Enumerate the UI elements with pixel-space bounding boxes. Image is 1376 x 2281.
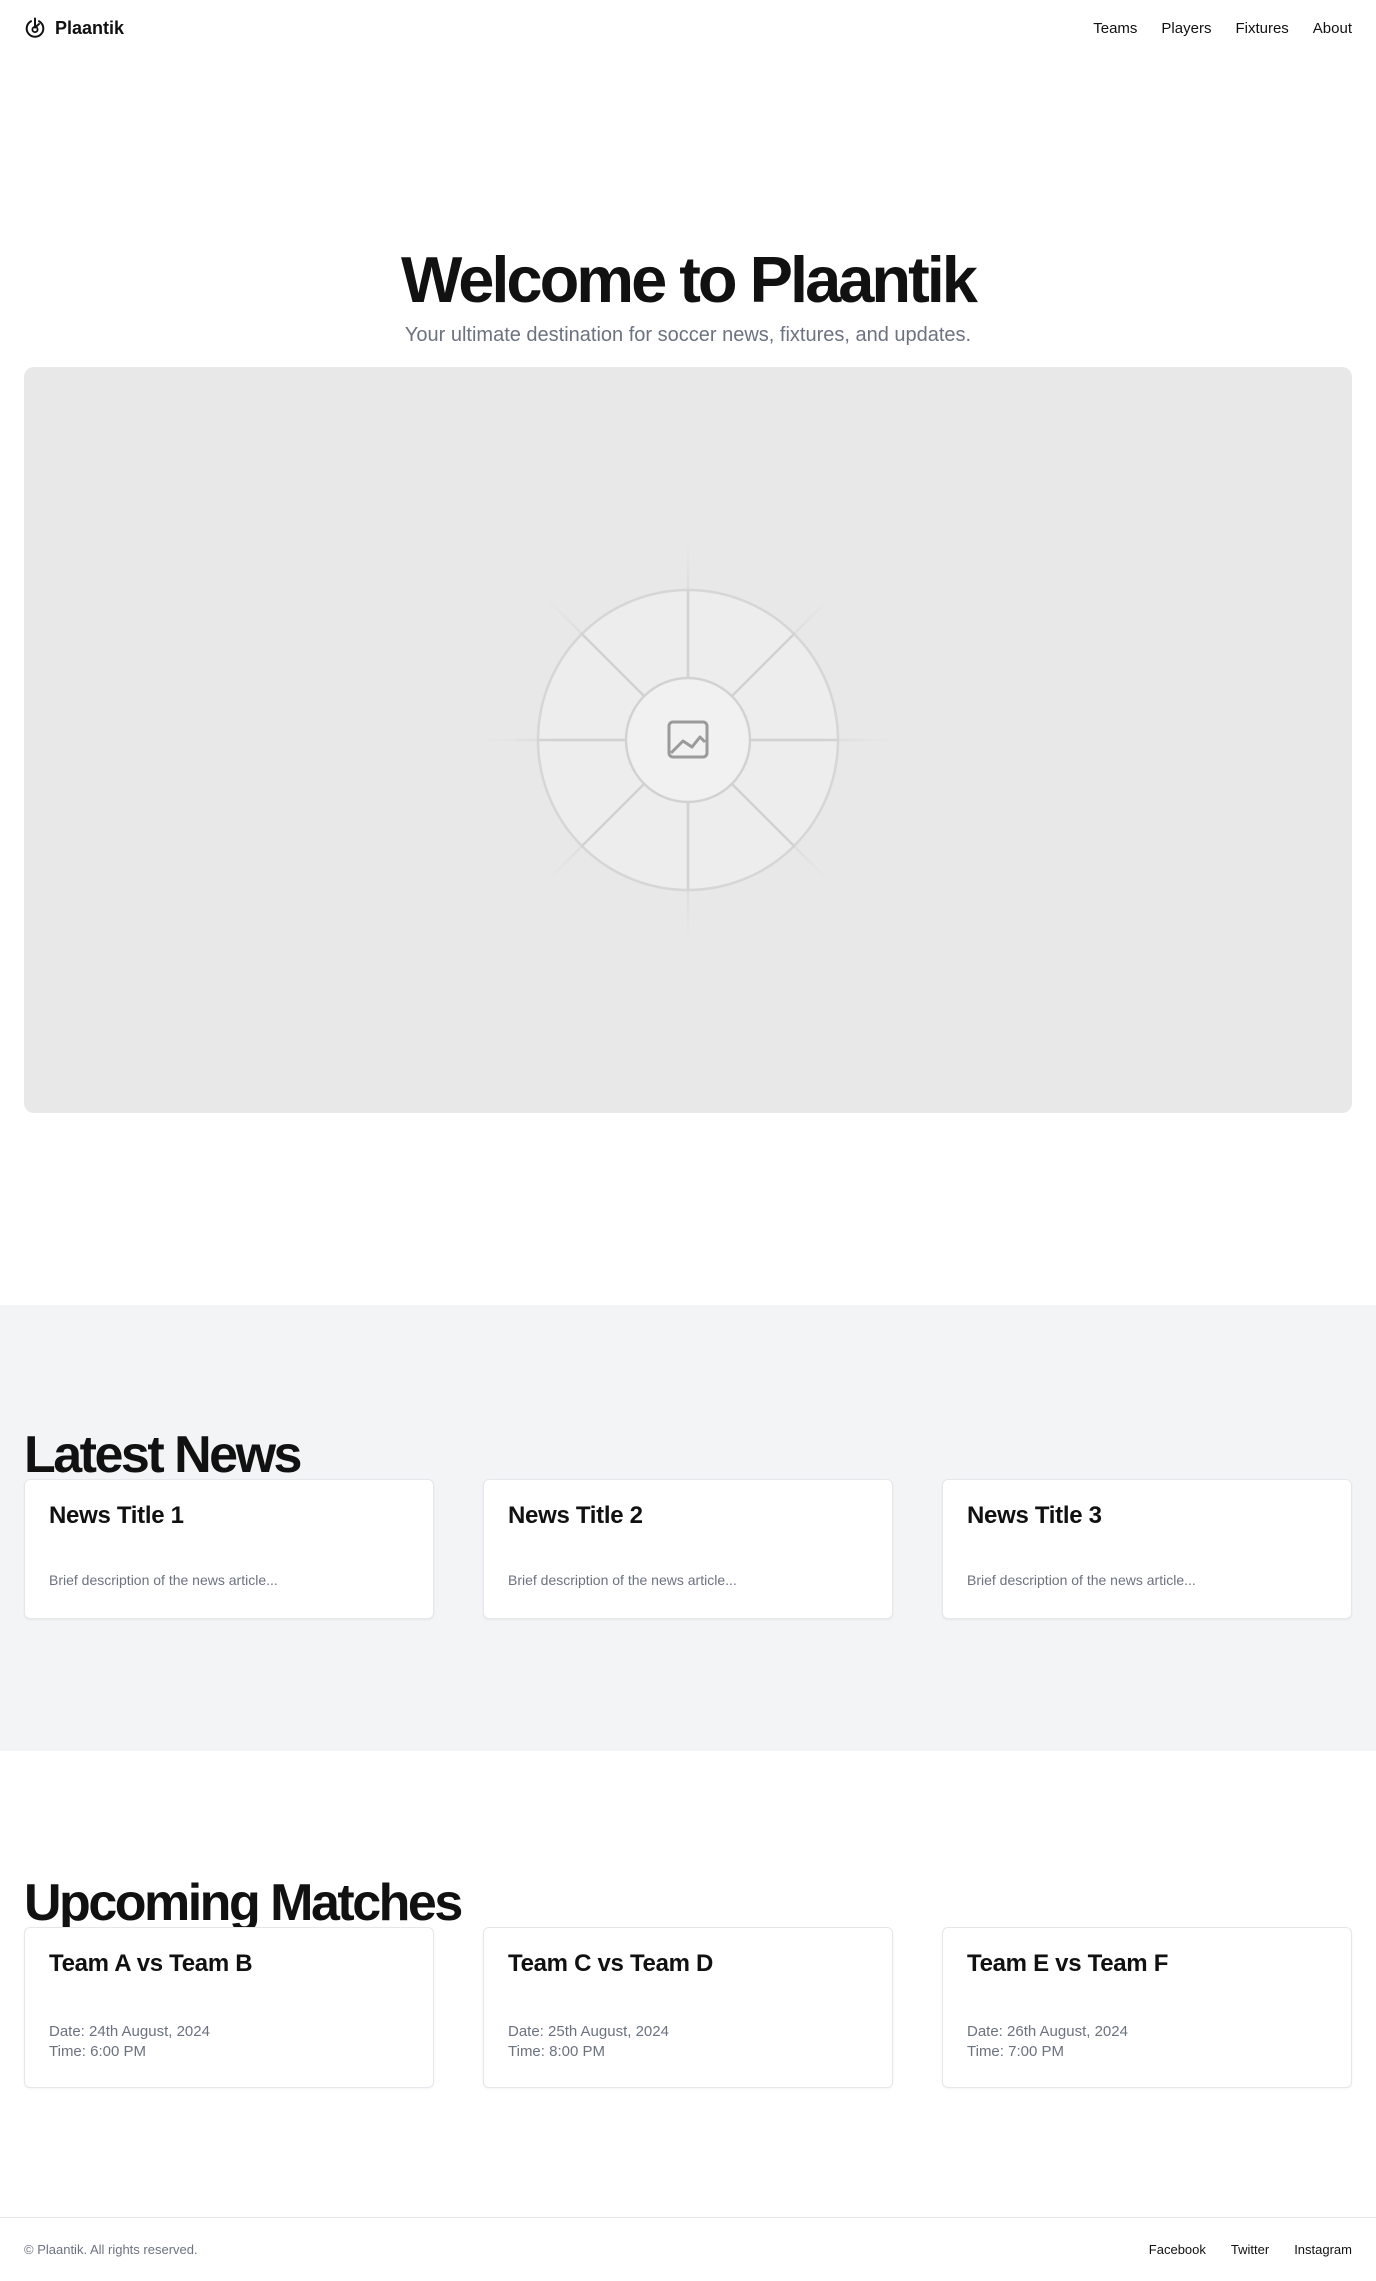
match-time: Time: 6:00 PM [49,2043,146,2060]
upcoming-matches-section: Upcoming Matches Team A vs Team B Date: … [0,1751,1376,2217]
site-header: Plaantik Teams Players Fixtures About [0,0,1376,56]
news-card-title: News Title 1 [49,1502,184,1529]
match-time: Time: 8:00 PM [508,2043,605,2060]
match-card-details: Date: 24th August, 2024 Time: 6:00 PM [49,2022,409,2062]
footer-copyright: © Plaantik. All rights reserved. [24,2242,198,2257]
match-card-title: Team C vs Team D [508,1950,714,1977]
match-card-details: Date: 25th August, 2024 Time: 8:00 PM [508,2022,868,2062]
match-card-details: Date: 26th August, 2024 Time: 7:00 PM [967,2022,1327,2062]
nav-link-fixtures[interactable]: Fixtures [1235,20,1288,37]
nav-link-about[interactable]: About [1313,20,1352,37]
brand-logo-link[interactable]: Plaantik [24,17,124,39]
news-card[interactable]: News Title 3 Brief description of the ne… [942,1479,1352,1619]
news-card-title: News Title 3 [967,1502,1102,1529]
match-card[interactable]: Team C vs Team D Date: 25th August, 2024… [483,1927,893,2088]
section-title-news: Latest News [24,1426,302,1484]
social-links: Facebook Twitter Instagram [1149,2242,1352,2257]
hero-image-placeholder [24,367,1352,1113]
section-title-matches: Upcoming Matches [24,1874,463,1932]
news-card[interactable]: News Title 2 Brief description of the ne… [483,1479,893,1619]
social-link-twitter[interactable]: Twitter [1231,2242,1269,2257]
news-card[interactable]: News Title 1 Brief description of the ne… [24,1479,434,1619]
hero-section: Welcome to Plaantik Your ultimate destin… [0,56,1376,1113]
match-card[interactable]: Team E vs Team F Date: 26th August, 2024… [942,1927,1352,2088]
hero-subtitle: Your ultimate destination for soccer new… [404,324,972,346]
match-card[interactable]: Team A vs Team B Date: 24th August, 2024… [24,1927,434,2088]
match-time: Time: 7:00 PM [967,2043,1064,2060]
brand-name: Plaantik [55,17,125,38]
match-date: Date: 26th August, 2024 [967,2023,1128,2040]
match-date: Date: 25th August, 2024 [508,2023,669,2040]
match-cards: Team A vs Team B Date: 24th August, 2024… [24,1927,1352,2088]
hero-title: Welcome to Plaantik [401,243,978,316]
news-cards: News Title 1 Brief description of the ne… [24,1479,1352,1619]
news-card-description: Brief description of the news article... [967,1572,1196,1588]
latest-news-section: Latest News News Title 1 Brief descripti… [0,1305,1376,1751]
match-card-title: Team A vs Team B [49,1950,253,1977]
nav-link-teams[interactable]: Teams [1093,20,1137,37]
placeholder-graphic [468,520,908,960]
site-footer: © Plaantik. All rights reserved. Faceboo… [0,2217,1376,2281]
nav-link-players[interactable]: Players [1161,20,1211,37]
social-link-facebook[interactable]: Facebook [1149,2242,1206,2257]
main-nav: Teams Players Fixtures About [1093,20,1352,37]
match-card-title: Team E vs Team F [967,1950,1169,1977]
logo-icon [24,17,46,39]
news-card-title: News Title 2 [508,1502,643,1529]
news-card-description: Brief description of the news article... [49,1572,278,1588]
social-link-instagram[interactable]: Instagram [1294,2242,1352,2257]
match-date: Date: 24th August, 2024 [49,2023,210,2040]
news-card-description: Brief description of the news article... [508,1572,737,1588]
